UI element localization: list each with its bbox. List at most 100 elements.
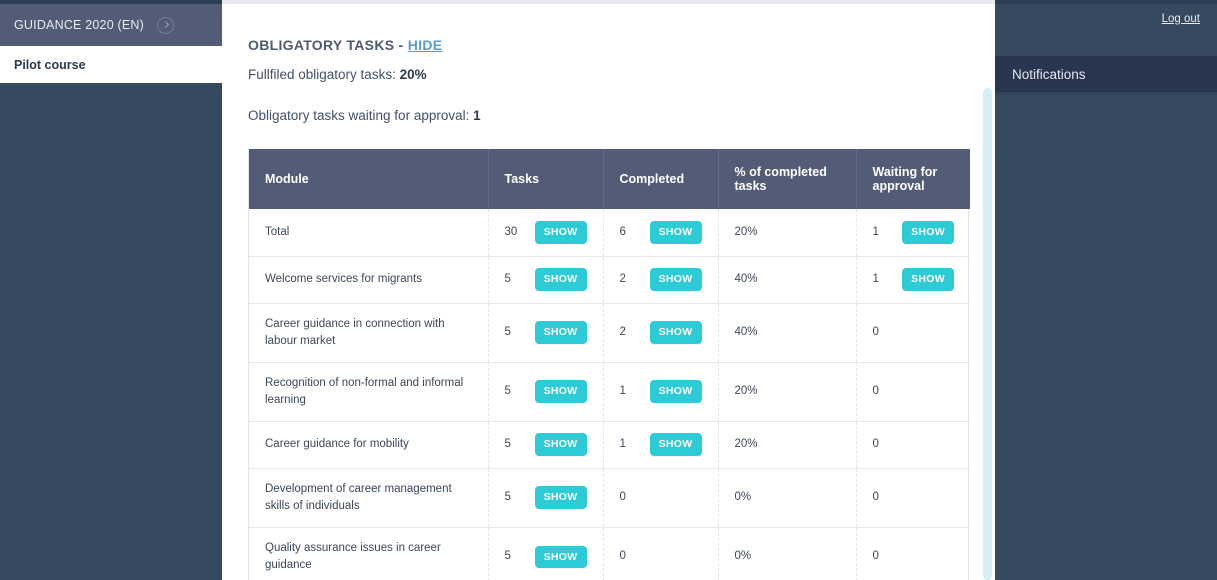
tasks-cell: 5 SHOW [488,527,604,580]
notifications-divider [995,92,1217,95]
waiting-approval-value: 1 [872,273,879,286]
waiting-approval-value: 0 [872,550,879,563]
tasks-show-button[interactable]: SHOW [534,380,587,403]
page-title: OBLIGATORY TASKS - HIDE [248,37,995,53]
completed-cell: 1 SHOW [603,362,719,422]
notifications-header[interactable]: Notifications [995,56,1217,92]
hide-link[interactable]: HIDE [408,37,443,53]
app-root: GUIDANCE 2020 (EN) Pilot course OBLIGATO… [0,0,1217,580]
table-row: Welcome services for migrants 5 SHOW 2 SHOW 4… [249,256,970,304]
waiting-approval-show-button[interactable]: SHOW [902,221,954,244]
pct-completed-cell: 40% [718,303,857,363]
completed-content: 6 SHOW [620,221,702,244]
tasks-value: 30 [504,225,518,238]
tasks-show-button[interactable]: SHOW [534,433,587,456]
waiting-approval-cell: 0 [856,303,970,363]
completed-show-button[interactable]: SHOW [649,380,702,403]
tasks-cell: 5 SHOW [488,421,604,469]
tasks-content: 5 SHOW [505,433,587,456]
tasks-content: 5 SHOW [505,380,587,403]
completed-value: 2 [619,326,626,339]
completed-value: 1 [619,385,626,398]
completed-content: 1 SHOW [620,433,702,456]
tasks-show-button[interactable]: SHOW [534,486,587,509]
tasks-cell: 5 SHOW [488,303,604,363]
pct-completed-cell: 40% [718,256,857,304]
waiting-approval-cell: 0 [856,362,970,422]
completed-content: 0 [620,548,702,565]
tasks-cell: 30 SHOW [488,209,604,257]
module-name-cell: Total [249,209,489,257]
table-header-row: Module Tasks Completed % of completed ta… [249,149,970,209]
tasks-show-button[interactable]: SHOW [534,268,587,291]
completed-content: 0 [620,489,702,506]
fulfilled-tasks-label: Fullfiled obligatory tasks: [248,67,400,82]
tasks-show-button[interactable]: SHOW [534,321,587,344]
completed-value: 1 [619,438,626,451]
waiting-approval-line: Obligatory tasks waiting for approval: 1 [248,108,995,123]
tasks-value: 5 [504,326,511,339]
completed-show-button[interactable]: SHOW [649,221,702,244]
waiting-approval-value: 0 [872,491,879,504]
sidebar-course-header[interactable]: GUIDANCE 2020 (EN) [0,4,222,46]
tasks-cell: 5 SHOW [488,362,604,422]
waiting-approval-show-button[interactable]: SHOW [902,268,954,291]
right-panel: Log out Notifications [995,4,1217,580]
completed-show-button[interactable]: SHOW [649,433,702,456]
tasks-content: 5 SHOW [504,545,587,568]
table-row: Career guidance in connection with labou… [249,303,970,363]
table-row: Quality assurance issues in career guida… [249,527,970,580]
page-title-text: OBLIGATORY TASKS - [248,37,408,53]
completed-show-button[interactable]: SHOW [649,321,702,344]
pct-completed-cell: 20% [718,209,857,257]
waiting-approval-value: 0 [872,438,879,451]
fulfilled-tasks-line: Fullfiled obligatory tasks: 20% [248,67,995,82]
module-name-cell: Career guidance for mobility [249,421,489,469]
tasks-value: 5 [504,438,511,451]
completed-cell: 6 SHOW [603,209,719,257]
waiting-approval-cell: 0 [856,421,970,469]
tasks-show-button[interactable]: SHOW [534,545,587,568]
tasks-cell: 5 SHOW [488,256,604,304]
table-row: Career guidance for mobility 5 SHOW 1 SHOW 20… [249,421,970,469]
left-sidebar: GUIDANCE 2020 (EN) Pilot course [0,4,222,580]
tasks-content: 5 SHOW [505,321,587,344]
completed-value: 0 [619,491,626,504]
completed-show-button[interactable]: SHOW [649,268,702,291]
sidebar-item-pilot-course[interactable]: Pilot course [0,46,222,83]
waiting-approval-value: 1 [872,225,879,238]
logout-link[interactable]: Log out [1162,13,1200,25]
table-row: Development of career management skills … [249,468,970,528]
main-content: OBLIGATORY TASKS - HIDE Fullfiled obliga… [222,4,995,580]
tasks-cell: 5 SHOW [488,468,604,528]
table-body: Total 30 SHOW 6 SHOW 20% 1 SHOW Welcome services… [249,209,970,580]
waiting-approval-cell: 0 [856,527,970,580]
table-row: Total 30 SHOW 6 SHOW 20% 1 SHOW [249,209,970,257]
module-name-cell: Development of career management skills … [249,468,489,528]
col-header-module: Module [249,149,489,209]
col-header-pct-completed: % of completed tasks [718,149,857,209]
fulfilled-tasks-value: 20% [399,67,427,82]
tasks-value: 5 [504,550,511,563]
completed-cell: 2 SHOW [603,256,719,304]
completed-cell: 1 SHOW [603,421,719,469]
notifications-label: Notifications [1012,66,1086,82]
waiting-approval-cell: 0 [856,468,970,528]
waiting-approval-value: 0 [872,385,879,398]
waiting-approval-cell: 1 SHOW [856,209,970,257]
obligatory-tasks-table-wrapper: Module Tasks Completed % of completed ta… [248,149,970,580]
completed-cell: 0 [603,468,719,528]
sidebar-item-label: Pilot course [14,57,86,72]
module-name-cell: Recognition of non-formal and informal l… [249,362,489,422]
circle-chevron-right-icon[interactable] [157,16,174,34]
completed-content: 1 SHOW [620,380,702,403]
waiting-approval-content: 0 [873,436,955,453]
col-header-completed: Completed [603,149,719,209]
waiting-approval-content: 0 [873,489,955,506]
pct-completed-cell: 0% [718,468,857,528]
logout-row: Log out [995,4,1217,34]
waiting-approval-value: 1 [473,108,481,123]
obligatory-tasks-table: Module Tasks Completed % of completed ta… [249,149,970,580]
content-scrollbar-thumb[interactable] [983,88,992,580]
tasks-show-button[interactable]: SHOW [534,221,587,244]
